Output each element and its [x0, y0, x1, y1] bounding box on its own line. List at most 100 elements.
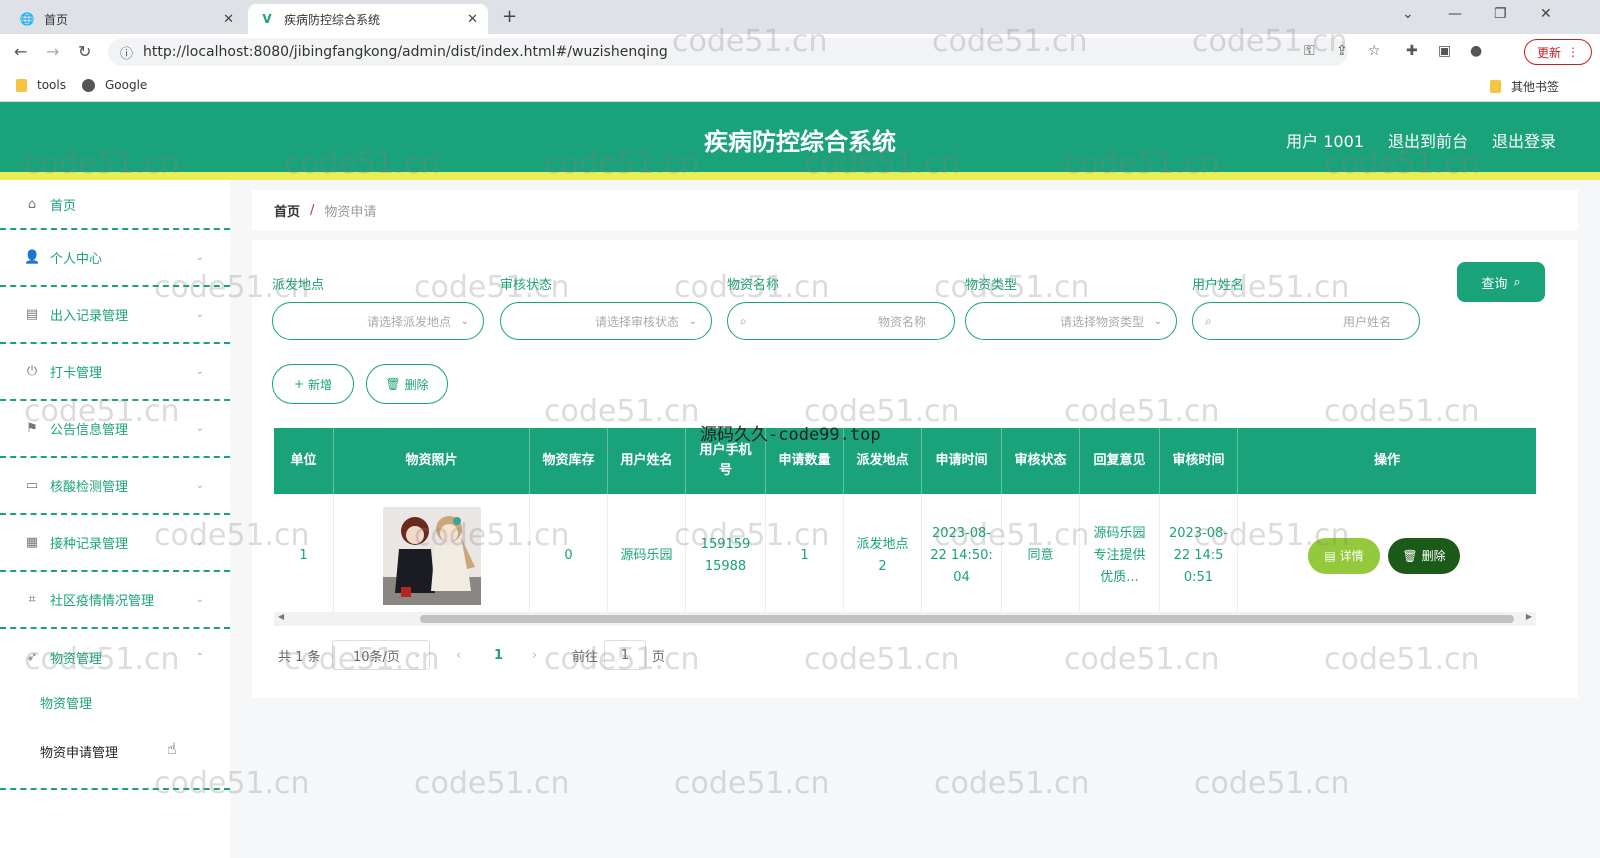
scrollbar-thumb[interactable] [420, 615, 1514, 623]
trash-icon: 🗑 [385, 377, 401, 391]
delete-button[interactable]: 🗑 删除 [366, 364, 448, 404]
page-number[interactable]: 1 [494, 648, 503, 663]
address-bar: ← → ↻ ⓘ http://localhost:8080/jibingfang… [0, 34, 1600, 70]
scroll-left-icon[interactable]: ◀ [278, 612, 284, 621]
search-icon: ⌕ [740, 313, 747, 328]
location-select[interactable]: 请选择派发地点 ⌄ [272, 302, 484, 340]
watermark: code51.cn [674, 766, 830, 801]
sidebar-item-notices[interactable]: ⚑ 公告信息管理 ⌄ [0, 401, 230, 458]
maximize-icon[interactable]: ❐ [1494, 6, 1507, 22]
supply-name-input[interactable]: ⌕ 物资名称 [727, 302, 955, 340]
prev-page-icon[interactable]: ‹ [456, 648, 461, 663]
breadcrumb-current: 物资申请 [324, 204, 377, 220]
sidebar-item-label: 物资管理 [50, 652, 103, 667]
user-link[interactable]: 用户 1001 [1286, 128, 1364, 152]
browser-tab-home[interactable]: 🌐 首页 ✕ [8, 4, 244, 34]
tab-search-chevron-icon[interactable]: ⌄ [1402, 6, 1414, 22]
page-size-value: 10条/页 [353, 649, 400, 665]
add-button[interactable]: + 新增 [272, 364, 354, 404]
plus-icon: + [293, 377, 305, 391]
browser-tab-active[interactable]: V 疾病防控综合系统 ✕ [248, 4, 488, 34]
share-icon[interactable]: ⇪ [1336, 43, 1348, 59]
site-info-icon[interactable]: ⓘ [120, 43, 133, 62]
cell-photo [334, 494, 530, 618]
url-text: http://localhost:8080/jibingfangkong/adm… [143, 44, 668, 60]
row-delete-button[interactable]: 🗑 删除 [1388, 538, 1460, 574]
sidebar-divider [0, 788, 230, 790]
sidebar-item-supplies[interactable]: ➶ 物资管理 ⌃ [0, 629, 230, 686]
sidebar-item-checkin[interactable]: ⏻ 打卡管理 ⌄ [0, 344, 230, 401]
cell-review-time: 2023-08-22 14:50:51 [1160, 494, 1238, 618]
supply-photo-image[interactable] [382, 507, 481, 605]
star-icon[interactable]: ☆ [1368, 43, 1381, 59]
watermark: code51.cn [934, 766, 1090, 801]
breadcrumb-home[interactable]: 首页 [274, 201, 300, 220]
url-field[interactable]: ⓘ http://localhost:8080/jibingfangkong/a… [108, 38, 1348, 66]
close-tab-icon[interactable]: ✕ [467, 12, 478, 27]
supply-type-select[interactable]: 请选择物资类型 ⌄ [965, 302, 1177, 340]
sidebar-item-nucleic-tests[interactable]: ▭ 核酸检测管理 ⌄ [0, 458, 230, 515]
scroll-right-icon[interactable]: ▶ [1526, 612, 1532, 621]
grid-icon: ▦ [25, 535, 39, 550]
exit-to-front-link[interactable]: 退出到前台 [1388, 128, 1468, 152]
back-icon[interactable]: ← [14, 42, 27, 61]
search-icon: ⌕ [1513, 274, 1521, 290]
sidebar-item-vaccination[interactable]: ▦ 接种记录管理 ⌄ [0, 515, 230, 572]
reload-icon[interactable]: ↻ [78, 42, 91, 61]
extensions-icon[interactable]: ✚ [1406, 43, 1418, 59]
cell-stock: 0 [530, 494, 608, 618]
sidebar-item-community-epidemic[interactable]: ⌗ 社区疫情情况管理 ⌄ [0, 572, 230, 629]
breadcrumb: 首页 / 物资申请 [252, 190, 1578, 230]
goto-page-input[interactable]: 1 [604, 640, 646, 670]
chevron-down-icon: ⌄ [195, 537, 204, 548]
page-size-select[interactable]: 10条/页 ⌄ [332, 640, 430, 670]
side-panel-icon[interactable]: ▣ [1438, 43, 1451, 59]
tab-title: 首页 [44, 12, 69, 27]
user-name-input[interactable]: ⌕ 用户姓名 [1192, 302, 1420, 340]
folder-icon [16, 78, 27, 92]
sidebar-item-profile[interactable]: 👤 个人中心 ⌄ [0, 230, 230, 287]
update-button[interactable]: 更新 ⋮ [1524, 39, 1592, 65]
filter-label-status: 审核状态 [500, 278, 553, 293]
close-window-icon[interactable]: ✕ [1540, 6, 1552, 22]
forward-icon[interactable]: → [46, 42, 59, 61]
filter-label-supply-type: 物资类型 [965, 278, 1018, 293]
cell-unit: 1 [274, 494, 334, 618]
location-placeholder: 请选择派发地点 [366, 314, 451, 329]
sidebar-item-access-records[interactable]: ▤ 出入记录管理 ⌄ [0, 287, 230, 344]
watermark: code51.cn [414, 766, 570, 801]
detail-label: 详情 [1339, 549, 1364, 563]
sidebar-item-label: 打卡管理 [50, 366, 103, 381]
bookmark-google[interactable]: Google [82, 78, 147, 92]
bookmark-label: 其他书签 [1511, 80, 1560, 94]
bookmark-tools[interactable]: tools [16, 78, 66, 92]
sidebar-item-home[interactable]: ⌂ 首页 [0, 180, 230, 230]
user-name-placeholder: 用户姓名 [1342, 314, 1391, 329]
sidebar-item-label: 公告信息管理 [50, 423, 129, 438]
profile-icon[interactable]: ● [1470, 43, 1482, 59]
app-header: 疾病防控综合系统 用户 1001 退出到前台 退出登录 [0, 102, 1600, 172]
menu-dots-icon: ⋮ [1567, 45, 1579, 59]
next-page-icon[interactable]: › [532, 648, 537, 663]
flag-icon: ⚑ [26, 421, 38, 436]
status-select[interactable]: 请选择审核状态 ⌄ [500, 302, 712, 340]
status-placeholder: 请选择审核状态 [594, 314, 679, 329]
sidebar-subitem-supply-requests[interactable]: 物资申请管理 [40, 742, 118, 761]
query-button[interactable]: 查询 ⌕ [1457, 262, 1545, 302]
detail-button[interactable]: ▤ 详情 [1308, 538, 1380, 574]
delete-label: 删除 [404, 377, 429, 392]
cell-reply: 源码乐园专注提供优质... [1080, 494, 1160, 618]
sidebar-subitem-supplies[interactable]: 物资管理 [40, 693, 92, 712]
minimize-icon[interactable]: — [1448, 6, 1462, 22]
logout-link[interactable]: 退出登录 [1492, 128, 1556, 152]
row-delete-label: 删除 [1421, 549, 1446, 563]
other-bookmarks[interactable]: 其他书签 [1490, 78, 1559, 95]
close-tab-icon[interactable]: ✕ [223, 12, 234, 27]
new-tab-icon[interactable]: + [502, 6, 517, 27]
chevron-down-icon: ⌄ [413, 650, 421, 660]
key-icon[interactable]: ⚿ [1304, 43, 1315, 59]
message-icon: ▭ [25, 478, 39, 493]
horizontal-scrollbar[interactable]: ◀ ▶ [274, 612, 1536, 626]
col-photo: 物资照片 [334, 428, 530, 494]
sidebar-item-label: 社区疫情情况管理 [50, 594, 155, 609]
